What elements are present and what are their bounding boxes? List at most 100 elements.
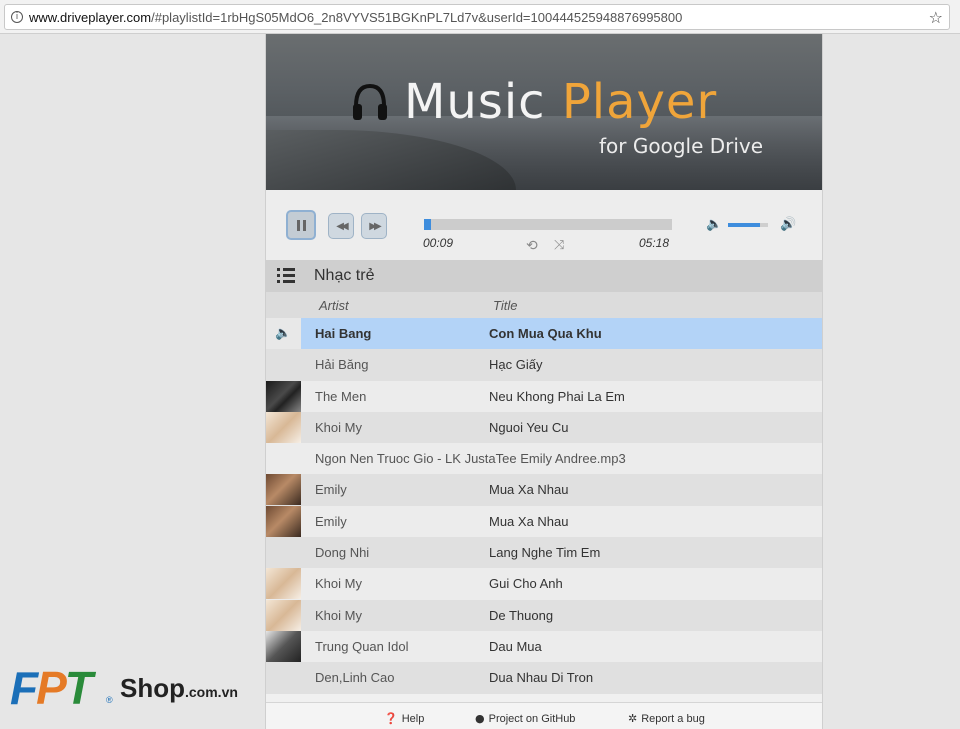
list-menu-icon[interactable] bbox=[277, 268, 295, 284]
album-art-thumbnail bbox=[266, 599, 301, 631]
track-row[interactable]: Den,Linh Cao Dua Nhau Di Tron bbox=[266, 662, 822, 694]
repeat-icon[interactable]: ⟲ bbox=[526, 238, 538, 254]
track-artist: Trung Quan Idol bbox=[315, 638, 409, 654]
track-row[interactable]: Khoi My Gui Cho Anh bbox=[266, 568, 822, 600]
track-artist: Khoi My bbox=[315, 607, 362, 623]
fpt-letters: FPT bbox=[10, 661, 93, 715]
shop-wordmark: Shop.com.vn bbox=[120, 673, 238, 704]
track-row[interactable]: Hải Băng Hạc Giấy bbox=[266, 349, 822, 381]
track-title: Con Mua Qua Khu bbox=[489, 326, 602, 341]
address-bar[interactable]: i www.driveplayer.com/#playlistId=1rbHgS… bbox=[4, 4, 950, 30]
fpt-shop-watermark-logo: FPT ® Shop.com.vn bbox=[10, 661, 250, 717]
album-art-thumbnail bbox=[266, 505, 301, 537]
track-title: Dau Mua bbox=[489, 638, 542, 654]
track-title: Dua Nhau Di Tron bbox=[489, 670, 594, 686]
album-art-thumbnail bbox=[266, 411, 301, 443]
list-line bbox=[283, 268, 295, 271]
bug-label: Report a bug bbox=[641, 713, 705, 725]
brand-title-main: Music bbox=[404, 74, 562, 130]
list-dot bbox=[277, 280, 280, 283]
track-row[interactable]: Khoi My De Thuong bbox=[266, 599, 822, 631]
shop-domain: .com.vn bbox=[185, 684, 238, 700]
track-row[interactable]: Emily Mua Xa Nhau bbox=[266, 474, 822, 506]
track-row-active[interactable]: 🔈 Hai Bang Con Mua Qua Khu bbox=[266, 318, 822, 350]
album-art-thumbnail bbox=[266, 380, 301, 412]
report-bug-link[interactable]: ✲ Report a bug bbox=[628, 712, 705, 725]
fpt-letter-p: P bbox=[36, 662, 67, 714]
info-icon[interactable]: i bbox=[11, 11, 23, 23]
album-art-thumbnail bbox=[266, 630, 301, 662]
track-title: Nguoi Yeu Cu bbox=[489, 419, 569, 435]
url-text[interactable]: www.driveplayer.com/#playlistId=1rbHgS05… bbox=[29, 10, 682, 25]
track-row[interactable]: Khoi My Nguoi Yeu Cu bbox=[266, 411, 822, 444]
track-row[interactable]: Trung Quan Idol Dau Mua bbox=[266, 630, 822, 663]
album-art-thumbnail bbox=[266, 568, 301, 600]
list-line bbox=[283, 280, 295, 283]
browser-toolbar: i www.driveplayer.com/#playlistId=1rbHgS… bbox=[0, 0, 960, 34]
volume-high-icon[interactable]: 🔊 bbox=[780, 217, 796, 232]
track-artist: Dong Nhi bbox=[315, 545, 370, 561]
progress-fill bbox=[424, 219, 432, 230]
brand-title-accent: Player bbox=[561, 74, 718, 130]
album-art-thumbnail bbox=[266, 474, 301, 506]
list-dot bbox=[277, 268, 280, 271]
question-icon: ❓ bbox=[384, 712, 398, 725]
footer: ❓ Help ● Project on GitHub ✲ Report a bug bbox=[266, 702, 822, 729]
pause-icon bbox=[296, 219, 300, 231]
track-title: Gui Cho Anh bbox=[489, 576, 563, 592]
volume-fill bbox=[728, 223, 760, 227]
headphones-icon bbox=[353, 83, 387, 120]
track-title: De Thuong bbox=[489, 607, 554, 623]
track-title: Mua Xa Nhau bbox=[489, 513, 569, 529]
brand-subtitle: for Google Drive bbox=[599, 134, 764, 158]
playlist-header: Nhạc trẻ bbox=[266, 260, 822, 292]
progress-bar[interactable] bbox=[424, 219, 672, 230]
track-title: Lang Nghe Tim Em bbox=[489, 545, 601, 561]
shuffle-icon[interactable]: ⤨ bbox=[554, 238, 564, 253]
help-label: Help bbox=[401, 713, 425, 725]
bug-icon: ✲ bbox=[628, 712, 638, 725]
github-link[interactable]: ● Project on GitHub bbox=[475, 712, 575, 725]
total-time: 05:18 bbox=[639, 236, 670, 250]
track-row[interactable]: Ngon Nen Truoc Gio - LK JustaTee Emily A… bbox=[266, 443, 822, 475]
github-icon: ● bbox=[475, 712, 485, 725]
track-artist: The Men bbox=[315, 388, 367, 404]
volume-slider[interactable] bbox=[728, 223, 768, 227]
track-artist: Emily bbox=[315, 482, 347, 498]
current-time: 00:09 bbox=[423, 236, 454, 250]
column-artist[interactable]: Artist bbox=[319, 298, 349, 313]
track-title: Hạc Giấy bbox=[489, 357, 543, 373]
playlist-title: Nhạc trẻ bbox=[314, 267, 375, 284]
brand-title: Music Player bbox=[404, 74, 717, 130]
player-controls: ◀◀ ▶▶ 00:09 05:18 ⟲ ⤨ 🔈 🔊 bbox=[266, 190, 822, 260]
shop-text: Shop bbox=[120, 673, 185, 703]
track-title: Mua Xa Nhau bbox=[489, 482, 569, 498]
now-playing-speaker-icon: 🔈 bbox=[266, 318, 301, 349]
banner: Music Player for Google Drive bbox=[266, 34, 822, 190]
url-path: /#playlistId=1rbHgS05MdO6_2n8VYVS51BGKnP… bbox=[151, 10, 683, 25]
column-title[interactable]: Title bbox=[493, 298, 517, 313]
music-player-app: Music Player for Google Drive ◀◀ ▶▶ 00:0… bbox=[265, 34, 823, 729]
bookmark-star-icon[interactable]: ☆ bbox=[929, 8, 943, 27]
rewind-icon: ◀◀ bbox=[336, 220, 349, 232]
fpt-letter-f: F bbox=[10, 662, 38, 714]
track-artist: Emily bbox=[315, 513, 347, 529]
playlist-rows: 🔈 Hai Bang Con Mua Qua Khu Hải Băng Hạc … bbox=[266, 318, 822, 694]
track-artist: Khoi My bbox=[315, 576, 362, 592]
track-filename: Ngon Nen Truoc Gio - LK JustaTee Emily A… bbox=[315, 451, 626, 467]
track-artist: Khoi My bbox=[315, 419, 362, 435]
pause-icon-bar bbox=[302, 219, 306, 231]
help-link[interactable]: ❓ Help bbox=[384, 712, 424, 725]
track-row[interactable]: The Men Neu Khong Phai La Em bbox=[266, 380, 822, 412]
track-artist: Hai Bang bbox=[315, 326, 372, 341]
list-line bbox=[283, 274, 295, 277]
next-button[interactable]: ▶▶ bbox=[361, 213, 387, 239]
list-dot bbox=[277, 274, 280, 277]
track-row[interactable]: Emily Mua Xa Nhau bbox=[266, 505, 822, 538]
pause-button[interactable] bbox=[286, 210, 316, 240]
track-artist: Den,Linh Cao bbox=[315, 670, 395, 686]
volume-low-icon[interactable]: 🔈 bbox=[706, 217, 722, 232]
previous-button[interactable]: ◀◀ bbox=[328, 213, 354, 239]
track-title: Neu Khong Phai La Em bbox=[489, 388, 625, 404]
track-row[interactable]: Dong Nhi Lang Nghe Tim Em bbox=[266, 537, 822, 569]
